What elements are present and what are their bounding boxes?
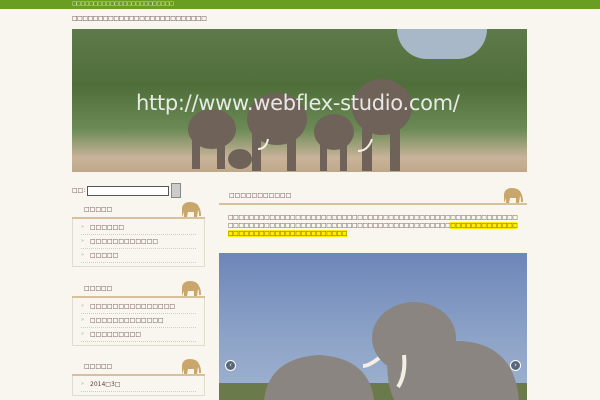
banner-url-text: http://www.webflex-studio.com/ xyxy=(136,91,460,115)
image-slideshow[interactable]: ‹ › xyxy=(219,253,527,400)
search-form: □□: xyxy=(72,183,182,198)
elephant-icon xyxy=(504,188,523,203)
elephant-icon xyxy=(182,202,201,217)
widget-title: □□□□□ xyxy=(84,285,113,292)
widget-link[interactable]: □□□□□□□□□□□□□□□ xyxy=(81,300,196,314)
header-banner[interactable]: http://www.webflex-studio.com/ xyxy=(72,29,527,172)
top-bar: □□□□□□□□□□□□□□□□□□□□□□□□ xyxy=(0,0,600,9)
main-content: □□□□□□□□□□□ □□□□□□□□□□□□□□□□□□□□□□□□□□□□… xyxy=(219,186,527,238)
widget-link[interactable]: □□□□□□ xyxy=(81,221,196,235)
sidebar-widget: □□□□□ 2014□3□ xyxy=(72,358,205,396)
widget-link[interactable]: □□□□□□□□□□□□□ xyxy=(81,314,196,328)
site-tagline: □□□□□□□□□□□□□□□□□□□□□□□□□□ xyxy=(72,15,207,22)
slide-elephant-image xyxy=(219,302,527,400)
widget-link[interactable]: □□□□□□□□□□□□ xyxy=(81,235,196,249)
search-input[interactable] xyxy=(87,185,170,196)
widget-link[interactable]: 2014□3□ xyxy=(81,378,196,392)
slideshow-prev-button[interactable]: ‹ xyxy=(225,360,236,371)
widget-link[interactable]: □□□□□ xyxy=(81,249,196,263)
widget-title: □□□□□ xyxy=(84,206,113,213)
widget-title: □□□□□ xyxy=(84,363,113,370)
slideshow-next-button[interactable]: › xyxy=(510,360,521,371)
search-button[interactable] xyxy=(171,183,182,198)
widget-link[interactable]: □□□□□□□□□ xyxy=(81,328,196,342)
elephant-icon xyxy=(182,281,201,296)
sidebar-widget: □□□□□ □□□□□□ □□□□□□□□□□□□ □□□□□ xyxy=(72,201,205,267)
post-body: □□□□□□□□□□□□□□□□□□□□□□□□□□□□□□□□□□□□□□□□… xyxy=(219,205,527,238)
sidebar-widget: □□□□□ □□□□□□□□□□□□□□□ □□□□□□□□□□□□□ □□□□… xyxy=(72,280,205,346)
search-label: □□: xyxy=(72,187,86,194)
elephant-icon xyxy=(182,359,201,374)
post-title[interactable]: □□□□□□□□□□□ xyxy=(229,192,291,199)
